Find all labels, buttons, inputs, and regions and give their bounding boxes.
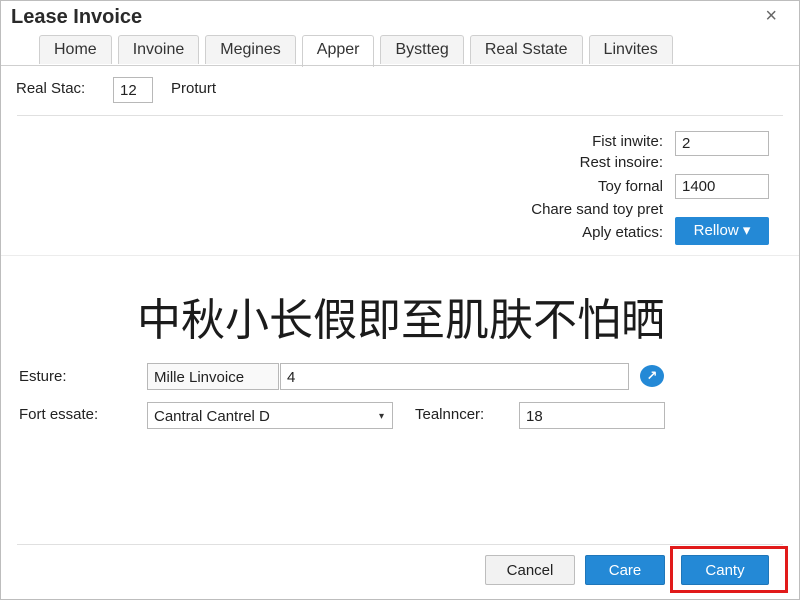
tab-home[interactable]: Home [39,35,112,64]
real-stac-input[interactable]: 12 [113,77,153,103]
care-button[interactable]: Care [585,555,665,585]
tab-apper[interactable]: Apper [301,35,375,67]
overlay-caption: 中秋小长假即至肌肤不怕晒 [137,295,665,346]
section-divider-middle [1,255,799,256]
window-title: Lease Invoice [11,6,143,28]
link-icon[interactable]: ↗ [640,365,664,387]
section-divider-footer [17,544,783,545]
cancel-button[interactable]: Cancel [485,555,575,585]
first-invite-input[interactable]: 2 [675,131,769,156]
tab-divider [1,65,799,66]
section-divider-top [17,115,783,116]
tab-real-sstate[interactable]: Real Sstate [469,35,583,64]
chare-label: Chare sand toy pret [531,201,663,218]
esture-value-input[interactable]: 4 [280,363,629,390]
chevron-down-icon: ▾ [742,222,751,239]
reflow-label: Rellow [693,222,739,239]
close-icon[interactable]: × [765,5,777,28]
toy-label: Toy fornal [597,178,663,195]
reflow-dropdown-button[interactable]: Rellow ▾ [675,217,769,245]
real-stac-label: Real Stac: [16,80,86,97]
chevron-down-icon: ▾ [378,411,384,422]
toy-input[interactable]: 1400 [675,174,769,199]
tab-invoine[interactable]: Invoine [117,35,200,64]
esture-name-field[interactable]: Mille Linvoice [147,363,279,390]
tab-megines[interactable]: Megines [205,35,296,64]
first-invite-label: Fist inwite: [592,133,663,150]
tealnncer-label: Tealnncer: [415,406,485,423]
fort-essate-value: Cantral Cantrel D [154,408,270,425]
fort-essate-select[interactable]: Cantral Cantrel D ▾ [147,402,393,429]
fort-essate-label: Fort essate: [19,406,99,423]
tab-linvites[interactable]: Linvites [588,35,673,64]
aply-label: Aply etatics: [582,224,663,241]
tealnncer-input[interactable]: 18 [519,402,665,429]
proturt-label: Proturt [171,80,217,97]
esture-label: Esture: [19,368,67,385]
rest-label: Rest insoire: [579,154,663,171]
tab-bar: Home Invoine Megines Apper Bystteg Real … [39,35,673,67]
highlight-box [670,546,788,593]
lease-invoice-dialog: Lease Invoice × Home Invoine Megines App… [0,0,800,600]
tab-bystteg[interactable]: Bystteg [380,35,464,64]
